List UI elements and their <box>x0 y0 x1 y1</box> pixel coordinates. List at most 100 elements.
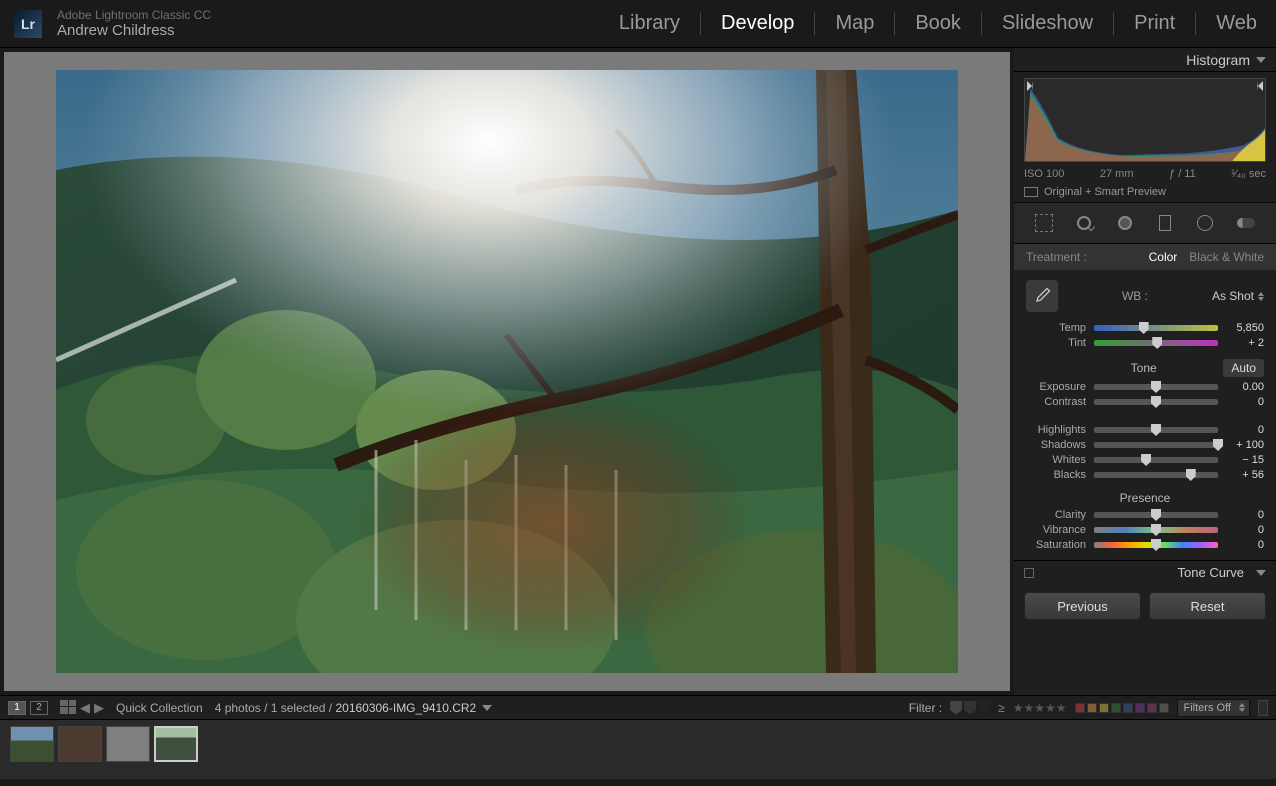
color-filter-1[interactable] <box>1087 703 1097 713</box>
flag-picked-icon[interactable] <box>950 701 962 715</box>
radial-tool[interactable] <box>1191 209 1219 237</box>
nav-forward-icon[interactable]: ▶ <box>94 700 104 716</box>
shadows-slider[interactable] <box>1094 442 1218 448</box>
collection-name[interactable]: Quick Collection <box>116 701 203 715</box>
iso-value: ISO 100 <box>1024 168 1064 180</box>
star-filter[interactable]: ★★★★★ <box>1013 701 1067 715</box>
current-file[interactable]: 20160306-IMG_9410.CR2 <box>335 701 476 715</box>
treatment-bw[interactable]: Black & White <box>1189 250 1264 264</box>
color-filter-0[interactable] <box>1075 703 1085 713</box>
spot-tool[interactable] <box>1070 209 1098 237</box>
highlights-thumb[interactable] <box>1151 424 1161 436</box>
contrast-value[interactable]: 0 <box>1226 396 1264 408</box>
shadows-slider-row: Shadows + 100 <box>1026 439 1264 451</box>
bottom-buttons: Previous Reset <box>1014 584 1276 628</box>
filter-switch[interactable] <box>1258 700 1268 716</box>
vibrance-slider[interactable] <box>1094 527 1218 533</box>
color-filter-4[interactable] <box>1123 703 1133 713</box>
nav-print[interactable]: Print <box>1114 12 1196 35</box>
nav-library[interactable]: Library <box>599 12 701 35</box>
clarity-slider[interactable] <box>1094 512 1218 518</box>
tint-thumb[interactable] <box>1152 337 1162 349</box>
color-filter-2[interactable] <box>1099 703 1109 713</box>
view-mode-1[interactable]: 1 <box>8 701 26 715</box>
blacks-thumb[interactable] <box>1186 469 1196 481</box>
shadow-clip-icon[interactable] <box>1027 81 1033 91</box>
blacks-slider[interactable] <box>1094 472 1218 478</box>
highlights-value[interactable]: 0 <box>1226 424 1264 436</box>
dropdown-arrows-icon <box>1258 292 1264 301</box>
graduated-tool[interactable] <box>1151 209 1179 237</box>
temp-slider[interactable] <box>1094 325 1218 331</box>
temp-thumb[interactable] <box>1139 322 1149 334</box>
exposure-value[interactable]: 0.00 <box>1226 381 1264 393</box>
module-nav: Library Develop Map Book Slideshow Print… <box>599 12 1262 35</box>
treatment-color[interactable]: Color <box>1149 250 1178 264</box>
nav-web[interactable]: Web <box>1196 12 1262 35</box>
tone-curve-header[interactable]: Tone Curve <box>1014 560 1276 584</box>
exposure-slider[interactable] <box>1094 384 1218 390</box>
histogram-title: Histogram <box>1186 52 1250 68</box>
brush-tool[interactable] <box>1232 209 1260 237</box>
nav-develop[interactable]: Develop <box>701 12 815 35</box>
vibrance-thumb[interactable] <box>1151 524 1161 536</box>
flag-rejected-icon[interactable] <box>978 701 990 715</box>
flag-filters[interactable] <box>950 701 990 715</box>
tint-slider[interactable] <box>1094 340 1218 346</box>
thumbnail-1[interactable] <box>10 726 54 762</box>
shadows-value[interactable]: + 100 <box>1226 439 1264 451</box>
tint-value[interactable]: + 2 <box>1226 337 1264 349</box>
saturation-value[interactable]: 0 <box>1226 539 1264 551</box>
vibrance-value[interactable]: 0 <box>1226 524 1264 536</box>
color-filter-5[interactable] <box>1135 703 1145 713</box>
panel-switch-icon[interactable] <box>1024 568 1034 578</box>
filter-preset-dropdown[interactable]: Filters Off <box>1177 699 1250 717</box>
color-filter-6[interactable] <box>1147 703 1157 713</box>
histogram-graph[interactable] <box>1024 78 1266 162</box>
nav-map[interactable]: Map <box>815 12 895 35</box>
app-name: Adobe Lightroom Classic CC <box>57 8 211 22</box>
filmstrip[interactable] <box>0 719 1276 779</box>
thumbnail-2[interactable] <box>58 726 102 762</box>
wb-label: WB : <box>1122 289 1148 303</box>
nav-back-icon[interactable]: ◀ <box>80 700 90 716</box>
redeye-tool[interactable] <box>1111 209 1139 237</box>
view-mode-2[interactable]: 2 <box>30 701 48 715</box>
clarity-value[interactable]: 0 <box>1226 509 1264 521</box>
exposure-thumb[interactable] <box>1151 381 1161 393</box>
rating-geq[interactable]: ≥ <box>998 701 1005 715</box>
right-panel: Histogram ISO 100 27 mm ƒ / 11 ¹⁄₄₀ sec <box>1014 48 1276 695</box>
blacks-value[interactable]: + 56 <box>1226 469 1264 481</box>
wb-dropdown[interactable]: As Shot <box>1212 289 1264 303</box>
spot-icon <box>1077 216 1091 230</box>
shadows-thumb[interactable] <box>1213 439 1223 451</box>
wb-value-text: As Shot <box>1212 289 1254 303</box>
saturation-slider[interactable] <box>1094 542 1218 548</box>
wb-eyedropper[interactable] <box>1026 280 1058 312</box>
reset-button[interactable]: Reset <box>1149 592 1266 620</box>
color-filter-7[interactable] <box>1159 703 1169 713</box>
thumbnail-4[interactable] <box>154 726 198 762</box>
nav-slideshow[interactable]: Slideshow <box>982 12 1114 35</box>
thumbnail-3[interactable] <box>106 726 150 762</box>
temp-value[interactable]: 5,850 <box>1226 322 1264 334</box>
contrast-slider[interactable] <box>1094 399 1218 405</box>
auto-button[interactable]: Auto <box>1223 359 1264 377</box>
photo-preview[interactable] <box>56 70 958 673</box>
contrast-thumb[interactable] <box>1151 396 1161 408</box>
previous-button[interactable]: Previous <box>1024 592 1141 620</box>
whites-slider[interactable] <box>1094 457 1218 463</box>
grid-icon[interactable] <box>60 700 76 714</box>
whites-value[interactable]: − 15 <box>1226 454 1264 466</box>
flag-unflagged-icon[interactable] <box>964 701 976 715</box>
whites-thumb[interactable] <box>1141 454 1151 466</box>
highlight-clip-icon[interactable] <box>1257 81 1263 91</box>
crop-tool[interactable] <box>1030 209 1058 237</box>
saturation-thumb[interactable] <box>1151 539 1161 551</box>
highlights-slider[interactable] <box>1094 427 1218 433</box>
clarity-thumb[interactable] <box>1151 509 1161 521</box>
histogram-header[interactable]: Histogram <box>1014 48 1276 72</box>
color-filter-3[interactable] <box>1111 703 1121 713</box>
nav-book[interactable]: Book <box>895 12 982 35</box>
file-dropdown-icon[interactable] <box>482 705 492 711</box>
